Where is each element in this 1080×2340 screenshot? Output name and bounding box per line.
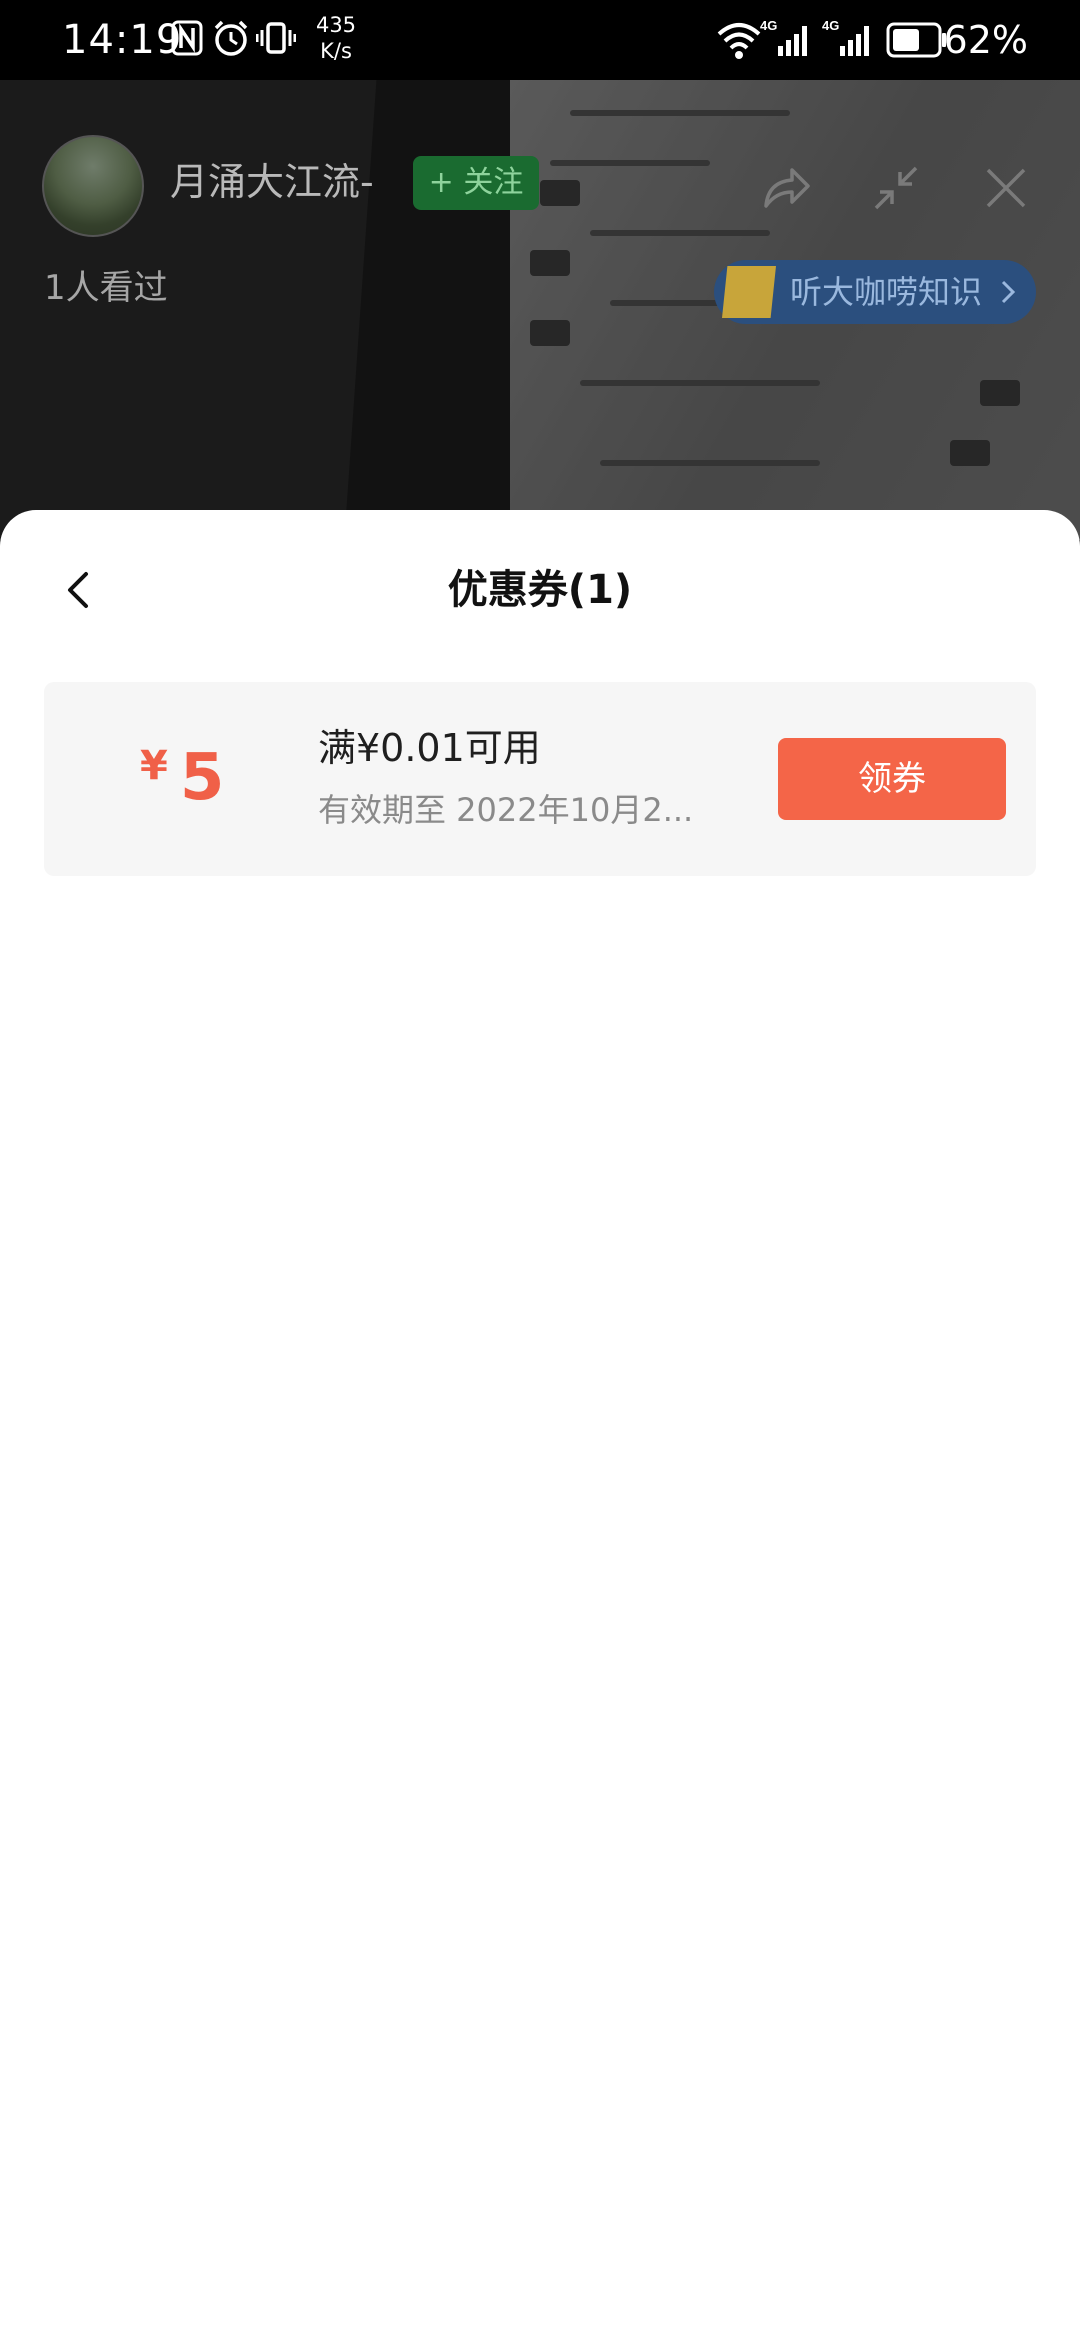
sheet-title: 优惠券(1) — [447, 567, 633, 613]
viewer-count: 1人看过 — [44, 268, 168, 308]
promo-banner[interactable]: 听大咖唠知识 — [714, 260, 1036, 324]
follow-button[interactable]: + 关注 — [413, 156, 539, 210]
network-type-label: 4G — [822, 18, 839, 33]
net-speed-value: 435 — [315, 13, 357, 37]
minimize-icon[interactable] — [868, 160, 924, 220]
coupon-amount: ¥5 — [140, 736, 224, 820]
battery-icon — [886, 22, 948, 62]
host-name[interactable]: 月涌大江流- — [170, 156, 374, 208]
signal-icon: 4G — [760, 18, 816, 64]
status-time: 14:19 — [62, 17, 183, 63]
network-type-label: 4G — [760, 18, 777, 33]
alarm-icon — [212, 18, 250, 62]
vibrate-icon — [255, 18, 297, 62]
claim-coupon-button[interactable]: 领券 — [778, 738, 1006, 820]
coupon-value: 5 — [179, 741, 225, 815]
promo-label: 听大咖唠知识 — [790, 273, 983, 311]
coupon-card: ¥5 满¥0.01可用 有效期至 2022年10月2... 领券 — [44, 682, 1036, 876]
signal-icon: 4G — [822, 18, 878, 64]
net-speed-unit: K/s — [320, 39, 352, 63]
nfc-icon — [170, 18, 204, 62]
coupon-currency: ¥ — [140, 743, 168, 789]
chevron-right-icon — [1000, 260, 1016, 345]
battery-percent: 62% — [943, 18, 1028, 62]
coupon-condition: 满¥0.01可用 — [318, 726, 541, 770]
coupon-validity: 有效期至 2022年10月2... — [318, 791, 694, 829]
status-bar: 14:19 435 K/s 4G 4G 62% — [0, 0, 1080, 80]
live-video-background: 月涌大江流- + 关注 1人看过 听大咖唠知识 — [0, 80, 1080, 540]
wifi-icon — [716, 20, 762, 64]
host-avatar[interactable] — [42, 135, 144, 237]
coupon-sheet: 优惠券(1) ¥5 满¥0.01可用 有效期至 2022年10月2... 领券 — [0, 510, 1080, 2340]
promo-logo-icon — [722, 266, 776, 318]
close-icon[interactable] — [978, 160, 1034, 220]
share-icon[interactable] — [758, 160, 814, 220]
net-speed: 435 K/s — [310, 12, 362, 64]
